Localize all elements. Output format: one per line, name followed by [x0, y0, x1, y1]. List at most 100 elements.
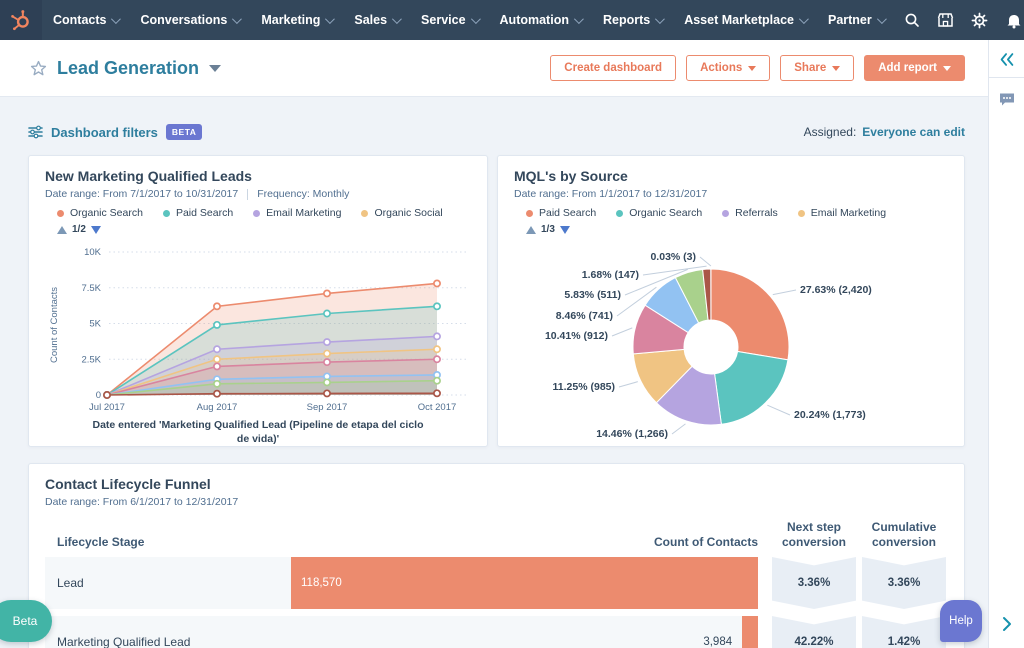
frequency: Frequency: Monthly — [257, 188, 350, 200]
data-point-marker[interactable] — [433, 355, 441, 364]
data-point-marker[interactable] — [433, 302, 441, 311]
svg-text:Aug 2017: Aug 2017 — [197, 402, 238, 413]
x-axis-title: Date entered 'Marketing Qualified Lead (… — [92, 419, 424, 445]
legend-dot-icon — [162, 209, 170, 217]
button-label: Actions — [700, 62, 743, 74]
data-point-marker[interactable] — [323, 349, 331, 358]
data-point-marker[interactable] — [213, 320, 221, 329]
legend-item[interactable]: Email Marketing — [253, 207, 341, 219]
legend-item[interactable]: Paid Search — [162, 207, 234, 219]
next-page-chevron-icon[interactable] — [989, 616, 1024, 632]
chevron-down-icon — [232, 13, 243, 24]
page-title[interactable]: Lead Generation — [57, 58, 199, 79]
legend-dot-icon — [616, 209, 624, 217]
data-point-marker[interactable] — [213, 355, 221, 364]
data-point-marker[interactable] — [323, 389, 331, 398]
nav-label: Service — [421, 13, 466, 27]
data-point-marker[interactable] — [323, 358, 331, 367]
cumulative-conversion-badge: 1.42% — [862, 616, 946, 648]
search-icon[interactable] — [895, 0, 929, 40]
legend-label: Email Marketing — [810, 207, 887, 219]
data-point-marker[interactable] — [323, 338, 331, 347]
actions-button[interactable]: Actions — [686, 55, 771, 81]
nav-item-automation[interactable]: Automation — [489, 0, 592, 40]
data-point-marker[interactable] — [433, 376, 441, 385]
notifications-bell-icon[interactable] — [997, 0, 1024, 40]
legend-item[interactable]: Organic Search — [57, 207, 143, 219]
funnel-bar[interactable]: 118,570 — [291, 557, 758, 609]
button-label: Create dashboard — [564, 62, 663, 74]
legend-label: Paid Search — [175, 207, 234, 219]
legend-item[interactable]: Organic Social — [361, 207, 443, 219]
chevron-down-icon — [325, 13, 336, 24]
nav-item-asset-marketplace[interactable]: Asset Marketplace — [673, 0, 817, 40]
nav-item-reports[interactable]: Reports — [592, 0, 673, 40]
legend-item[interactable]: Paid Search — [526, 207, 596, 219]
area-line-chart[interactable]: 10K 7.5K 5K 2.5K 0 Count of Contacts Jul 2017 A… — [45, 235, 473, 413]
funnel-bar[interactable] — [742, 616, 758, 648]
collapse-panel-icon[interactable] — [989, 40, 1024, 77]
legend-item[interactable]: Referrals — [722, 207, 778, 219]
nav-label: Partner — [827, 13, 872, 27]
create-dashboard-button[interactable]: Create dashboard — [550, 55, 677, 81]
donut-chart[interactable]: 27.63% (2,420) 20.24% (1,773) 14.46% (1,26… — [514, 235, 950, 449]
data-point-marker[interactable] — [213, 362, 221, 371]
legend-item[interactable]: Organic Search — [616, 207, 702, 219]
stage-label: Marketing Qualified Lead — [57, 635, 191, 648]
pager-up-icon[interactable] — [526, 225, 536, 234]
legend-label: Paid Search — [539, 207, 597, 219]
favorite-star-icon[interactable] — [30, 60, 47, 77]
nav-item-partner[interactable]: Partner — [817, 0, 895, 40]
data-point-marker[interactable] — [213, 389, 221, 398]
dashboard-filters-button[interactable]: Dashboard filters BETA — [28, 124, 203, 140]
pager-down-icon[interactable] — [559, 225, 570, 234]
assigned-info: Assigned: Everyone can edit — [804, 125, 965, 139]
data-point-marker[interactable] — [323, 309, 331, 318]
assigned-value-link[interactable]: Everyone can edit — [862, 125, 965, 139]
data-point-marker[interactable] — [103, 391, 111, 399]
svg-text:Sep 2017: Sep 2017 — [307, 402, 348, 413]
beta-pill[interactable]: Beta — [0, 600, 52, 642]
data-point-marker[interactable] — [323, 378, 331, 387]
share-button[interactable]: Share — [780, 55, 855, 81]
nav-item-sales[interactable]: Sales — [343, 0, 410, 40]
dashboard-switcher-caret-icon[interactable] — [209, 64, 222, 72]
chevron-down-icon — [832, 65, 841, 71]
date-range: Date range: From 6/1/2017 to 12/31/2017 — [45, 496, 239, 508]
marketplace-icon[interactable] — [929, 0, 963, 40]
comments-icon[interactable] — [989, 78, 1024, 121]
help-button[interactable]: Help — [940, 600, 982, 642]
add-report-button[interactable]: Add report — [864, 55, 965, 81]
data-point-marker[interactable] — [433, 332, 441, 341]
pager-down-icon[interactable] — [90, 225, 101, 234]
legend-label: Organic Search — [70, 207, 143, 219]
chevron-down-icon — [655, 13, 666, 24]
donut-slice-label: 0.03% (3) — [650, 251, 696, 263]
data-point-marker[interactable] — [213, 302, 221, 311]
data-point-marker[interactable] — [213, 379, 221, 388]
gear-icon[interactable] — [963, 0, 997, 40]
data-point-marker[interactable] — [213, 345, 221, 354]
nav-item-conversations[interactable]: Conversations — [129, 0, 250, 40]
nav-label: Asset Marketplace — [684, 13, 794, 27]
nav-item-marketing[interactable]: Marketing — [250, 0, 343, 40]
data-point-marker[interactable] — [433, 389, 441, 398]
legend-label: Email Marketing — [266, 207, 342, 219]
data-point-marker[interactable] — [433, 345, 441, 354]
donut-slice[interactable] — [710, 268, 790, 361]
svg-text:Jul 2017: Jul 2017 — [89, 402, 125, 413]
pager-up-icon[interactable] — [57, 225, 67, 234]
data-point-marker[interactable] — [323, 289, 331, 298]
nav-item-contacts[interactable]: Contacts — [42, 0, 129, 40]
nav-label: Marketing — [261, 13, 321, 27]
nav-item-service[interactable]: Service — [410, 0, 488, 40]
filters-row: Dashboard filters BETA Assigned: Everyon… — [28, 121, 965, 143]
legend-item[interactable]: Email Marketing — [797, 207, 887, 219]
data-point-marker[interactable] — [433, 279, 441, 288]
donut-slice[interactable] — [714, 350, 789, 425]
report-card-lifecycle-funnel: Contact Lifecycle Funnel Date range: Fro… — [28, 463, 965, 648]
svg-text:10K: 10K — [84, 247, 102, 258]
hubspot-logo[interactable] — [0, 0, 42, 40]
legend-dot-icon — [797, 209, 805, 217]
donut-slice-label: 11.25% (985) — [553, 381, 615, 393]
